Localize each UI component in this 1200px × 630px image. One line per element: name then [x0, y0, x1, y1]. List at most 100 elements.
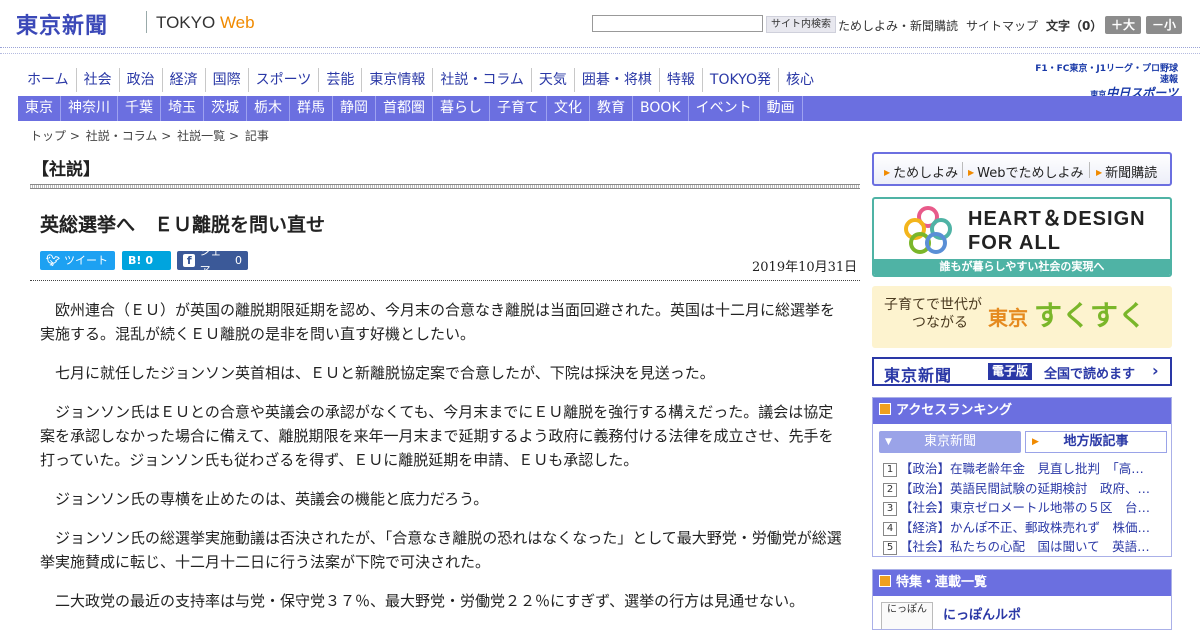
site-search-button[interactable]: サイト内検索	[766, 16, 836, 33]
header-divider	[0, 53, 1200, 54]
web-trial-read-link[interactable]: Webでためしよみ	[968, 162, 1083, 181]
tweet-label: ツイート	[63, 254, 108, 267]
nav-world[interactable]: 国際	[204, 68, 248, 92]
ranking-item[interactable]: 1 【政治】在職老齢年金 見直し批判 「高…	[883, 459, 1165, 479]
tokyo-sukusuku-banner[interactable]: 子育てで世代が つながる 東京 すくすく	[872, 286, 1172, 348]
regnav-living[interactable]: 暮らし	[433, 96, 490, 121]
nav-editorial[interactable]: 社説・コラム	[432, 68, 531, 92]
ranking-tab-tokyo[interactable]: 東京新聞	[879, 431, 1021, 453]
facebook-share-button[interactable]: f シェア 0	[177, 245, 248, 277]
sukusuku-tagline-line1: 子育てで世代が	[884, 297, 982, 313]
breadcrumb-top[interactable]: トップ	[30, 129, 66, 143]
regnav-chiba[interactable]: 千葉	[118, 96, 161, 121]
regnav-culture[interactable]: 文化	[547, 96, 590, 121]
article-title: 英総選挙へ ＥＵ離脱を問い直せ	[40, 214, 326, 236]
ranking-tab-regional[interactable]: 地方版記事	[1025, 431, 1167, 453]
nav-weather[interactable]: 天気	[530, 68, 574, 92]
article-paragraph: 欧州連合（ＥＵ）が英国の離脱期限延期を認め、今月末の合意なき離脱は当面回避された…	[40, 301, 836, 343]
nav-core[interactable]: 核心	[777, 68, 821, 92]
article-paragraph: ジョンソン氏の総選挙実施動議は否決されたが、「合意なき離脱の恐れはなくなった」と…	[40, 529, 842, 571]
chevron-right-icon: ›	[1152, 361, 1159, 380]
regnav-tochigi[interactable]: 栃木	[247, 96, 290, 121]
nav-sports[interactable]: スポーツ	[247, 68, 319, 92]
ranking-item[interactable]: 4 【経済】かんぽ不正、郵政株売れず 株価…	[883, 518, 1165, 538]
hatena-bookmark-button[interactable]: B! 0	[122, 251, 171, 270]
ranking-item[interactable]: 2 【政治】英語民間試験の延期検討 政府、…	[883, 479, 1165, 499]
regnav-gunma[interactable]: 群馬	[290, 96, 333, 121]
regnav-shizuoka[interactable]: 静岡	[333, 96, 376, 121]
hatena-count: 0	[145, 254, 154, 267]
features-header: 特集・連載一覧	[873, 570, 1171, 596]
ranking-headline: 【社会】私たちの心配 国は聞いて 英語…	[900, 539, 1150, 554]
heart-flower-icon	[904, 206, 952, 254]
article-paragraph: 二大政党の最近の支持率は与党・保守党３７％、最大野党・労働党２２％にすぎず、選挙…	[55, 592, 805, 610]
breadcrumb-editorial[interactable]: 社説・コラム	[86, 129, 158, 143]
subscription-box: ためしよみ Webでためしよみ 新聞購読	[872, 152, 1172, 186]
nav-go-shogi[interactable]: 囲碁・将棋	[573, 68, 659, 92]
font-size-label: 文字（0）	[1046, 19, 1103, 33]
article-paragraph: 七月に就任したジョンソン英首相は、ＥＵと新離脱協定案で合意したが、下院は採決を見…	[55, 364, 715, 382]
access-ranking-header: アクセスランキング	[873, 398, 1171, 424]
ranking-number: 2	[883, 482, 897, 497]
nav-tokyo-hatsu[interactable]: TOKYO発	[701, 68, 778, 92]
site-logo[interactable]: 東京新聞	[16, 8, 108, 40]
access-ranking-panel: アクセスランキング 東京新聞 地方版記事 1【政治】在職老齢年金 見直し批判 「…	[872, 397, 1172, 557]
ranking-headline: 【政治】在職老齢年金 見直し批判 「高…	[900, 461, 1144, 476]
regnav-kanagawa[interactable]: 神奈川	[61, 96, 118, 121]
chunichi-sports-banner[interactable]: F1・FC東京・J1リーグ・プロ野球速報 東京中日スポーツ	[1028, 64, 1178, 100]
ranking-headline: 【社会】東京ゼロメートル地帯の５区 台…	[900, 500, 1151, 515]
ranking-number: 5	[883, 541, 897, 555]
ranking-number: 4	[883, 521, 897, 536]
sukusuku-logo-word: すくすく	[1034, 299, 1147, 332]
trial-read-link[interactable]: ためしよみ	[884, 162, 958, 181]
font-size-increase-button[interactable]: ＋大	[1105, 16, 1141, 34]
nav-special-report[interactable]: 特報	[658, 68, 702, 92]
regional-nav: 東京 神奈川 千葉 埼玉 茨城 栃木 群馬 静岡 首都圏 暮らし 子育て 文化 …	[18, 96, 1182, 121]
breadcrumb-separator: >	[161, 129, 172, 143]
ranking-number: 1	[883, 463, 897, 477]
nippon-repo-link[interactable]: にっぽんルポ	[943, 604, 1021, 623]
ranking-headline: 【経済】かんぽ不正、郵政株売れず 株価…	[900, 519, 1151, 535]
regnav-ibaraki[interactable]: 茨城	[204, 96, 247, 121]
site-logo-english[interactable]: TOKYO Web	[156, 13, 255, 33]
ranking-item[interactable]: 3 【社会】東京ゼロメートル地帯の５区 台…	[883, 498, 1165, 518]
tweet-button[interactable]: 🐦︎ ツイート	[40, 251, 115, 270]
nippon-repo-thumbnail[interactable]: にっぽん	[881, 602, 933, 629]
bullet-square-icon	[879, 403, 891, 415]
regnav-events[interactable]: イベント	[689, 96, 760, 121]
regnav-shutoken[interactable]: 首都圏	[376, 96, 433, 121]
font-size-decrease-button[interactable]: －小	[1146, 16, 1182, 34]
nav-entertainment[interactable]: 芸能	[318, 68, 361, 92]
subscription-separator	[1089, 162, 1090, 178]
regnav-parenting[interactable]: 子育て	[490, 96, 547, 121]
article-divider	[30, 280, 860, 281]
bullet-square-icon	[879, 575, 891, 587]
breadcrumb-editorial-list[interactable]: 社説一覧	[177, 129, 225, 143]
trial-subscribe-link[interactable]: ためしよみ・新聞購読	[838, 17, 958, 34]
article-paragraph: ジョンソン氏はＥＵとの合意や英議会の承認がなくても、今月末までにＥＵ離脱を強行す…	[40, 403, 834, 469]
regnav-education[interactable]: 教育	[590, 96, 633, 121]
nav-politics[interactable]: 政治	[118, 68, 162, 92]
regnav-video[interactable]: 動画	[760, 96, 803, 121]
nav-economy[interactable]: 経済	[161, 68, 205, 92]
access-ranking-title: アクセスランキング	[896, 403, 1012, 418]
site-header: 東京新聞 TOKYO Web サイト内検索 ためしよみ・新聞購読 サイトマップ …	[0, 0, 1200, 48]
sitemap-link[interactable]: サイトマップ	[966, 17, 1038, 34]
digital-edition-tag: 電子版	[988, 363, 1033, 380]
regnav-tokyo[interactable]: 東京	[18, 96, 61, 121]
nav-society[interactable]: 社会	[75, 68, 119, 92]
ranking-item[interactable]: 5 【社会】私たちの心配 国は聞いて 英語…	[883, 537, 1165, 557]
regnav-saitama[interactable]: 埼玉	[161, 96, 204, 121]
sukusuku-logo: 東京 すくすく	[988, 298, 1146, 336]
heart-design-banner[interactable]: HEART＆DESIGN FOR ALL 誰もが暮らしやすい社会の実現へ	[872, 197, 1172, 277]
subscribe-link[interactable]: 新聞購読	[1096, 162, 1157, 181]
hatena-b-icon: B!	[128, 254, 142, 267]
nav-home[interactable]: ホーム	[20, 68, 76, 92]
breadcrumb-current: 記事	[244, 129, 269, 143]
digital-edition-banner[interactable]: 東京新聞 電子版 全国で読めます ›	[872, 357, 1172, 386]
heart-design-line1: HEART＆DESIGN	[968, 208, 1146, 230]
facebook-share-count: 0	[235, 254, 242, 267]
regnav-book[interactable]: BOOK	[633, 96, 689, 121]
site-search-input[interactable]	[592, 15, 763, 32]
nav-tokyo-info[interactable]: 東京情報	[361, 68, 432, 92]
